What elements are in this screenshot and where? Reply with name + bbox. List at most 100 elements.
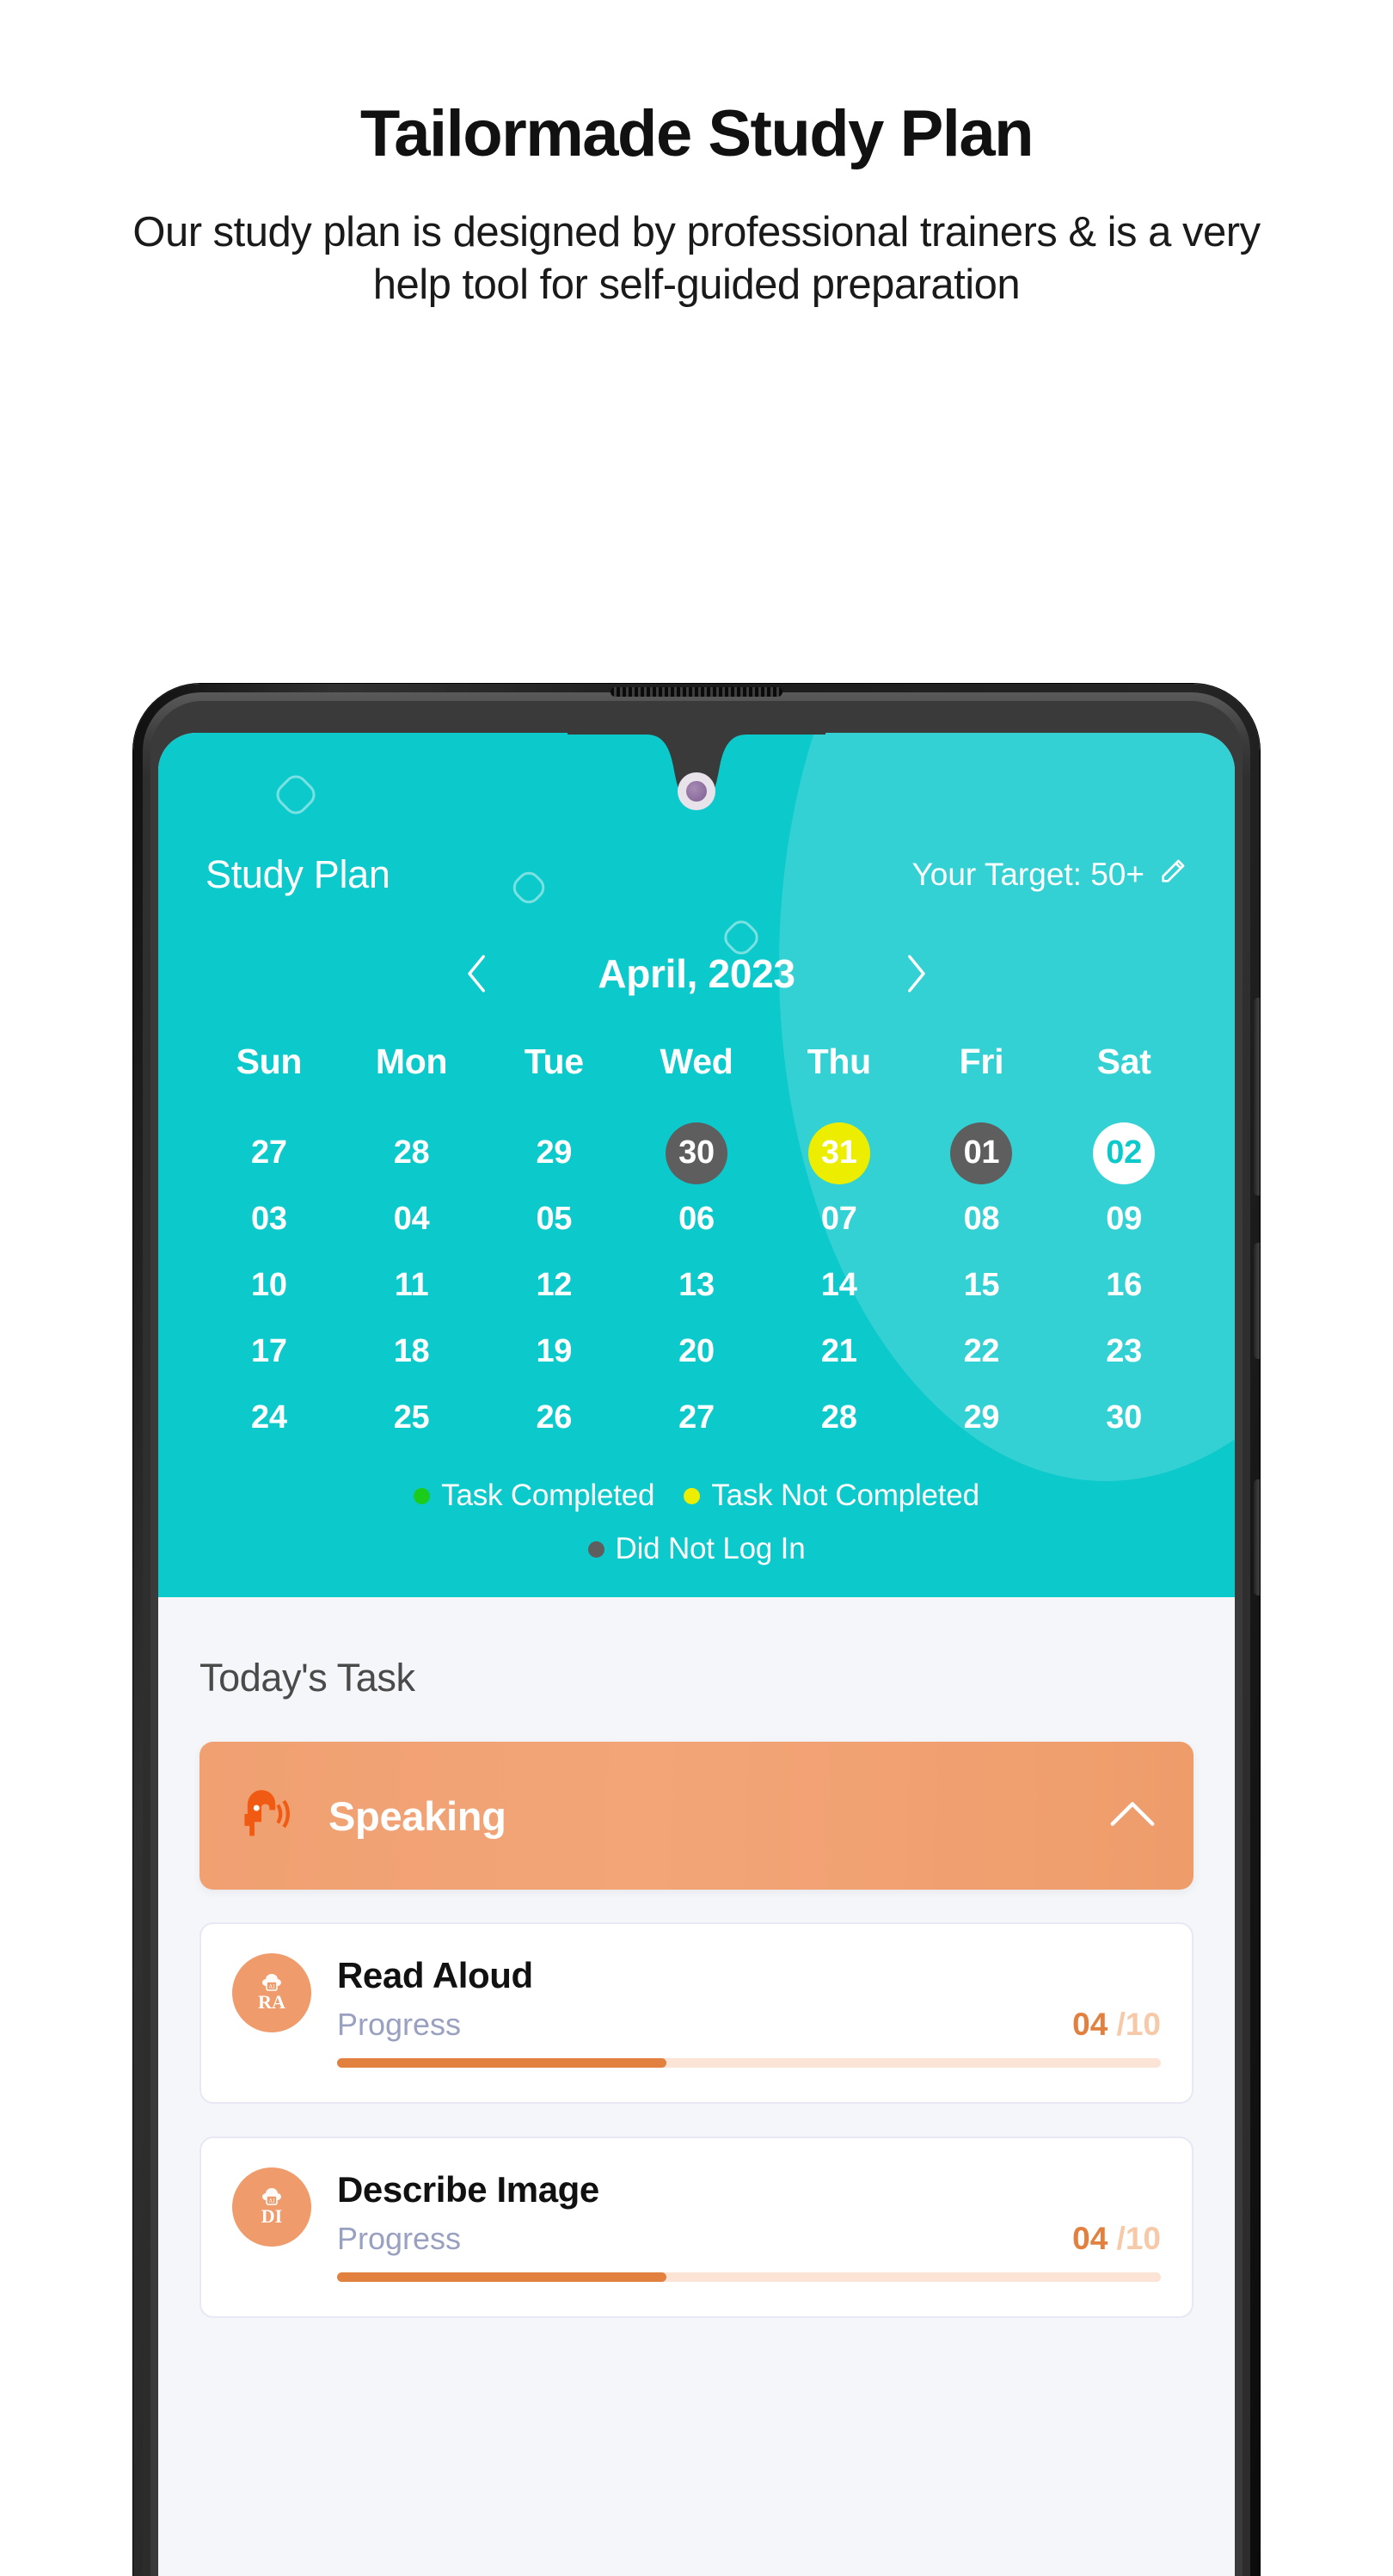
app-title: Study Plan xyxy=(206,852,390,896)
legend-label: Task Completed xyxy=(441,1479,655,1512)
legend-dot-icon xyxy=(414,1487,431,1504)
legend-item: Did Not Log In xyxy=(587,1532,806,1566)
progress-bar xyxy=(337,2058,1161,2068)
calendar-day-05[interactable]: 05 xyxy=(482,1186,625,1252)
calendar-day-label: 15 xyxy=(963,1267,1000,1303)
legend-item: Task Completed xyxy=(414,1479,654,1513)
todays-task-section: Today's Task Speaking AI RA Read Aloud P… xyxy=(158,1597,1235,2576)
calendar-day-07[interactable]: 07 xyxy=(768,1186,911,1252)
task-progress-row: Progress 04 /10 xyxy=(337,2221,1161,2257)
calendar-day-25[interactable]: 25 xyxy=(341,1385,483,1451)
calendar-day-13[interactable]: 13 xyxy=(625,1252,768,1319)
task-card[interactable]: AI DI Describe Image Progress 04 /10 xyxy=(199,2136,1194,2318)
calendar-day-label: 21 xyxy=(820,1333,857,1369)
phone-side-button[interactable] xyxy=(1254,1243,1260,1359)
svg-text:RA: RA xyxy=(258,1991,285,2013)
calendar-day-24[interactable]: 24 xyxy=(198,1385,341,1451)
calendar-day-label: 24 xyxy=(251,1399,287,1436)
calendar-day-16[interactable]: 16 xyxy=(1052,1252,1195,1319)
calendar-day-label: 16 xyxy=(1106,1267,1142,1303)
calendar-day-03[interactable]: 03 xyxy=(198,1186,341,1252)
speaking-head-icon xyxy=(236,1782,299,1850)
calendar-day-label: 17 xyxy=(251,1333,287,1369)
month-label: April, 2023 xyxy=(598,951,795,996)
task-avatar: AI RA xyxy=(232,1953,311,2032)
todays-task-heading: Today's Task xyxy=(199,1656,415,1700)
progress-label: Progress xyxy=(337,2007,462,2042)
calendar-day-02[interactable]: 02 xyxy=(1052,1120,1195,1186)
calendar-day-15[interactable]: 15 xyxy=(911,1252,1053,1319)
calendar-day-label: 20 xyxy=(678,1333,715,1369)
calendar-day-label: 07 xyxy=(820,1201,857,1237)
calendar-day-14[interactable]: 14 xyxy=(768,1252,911,1319)
chevron-right-icon[interactable] xyxy=(897,950,935,997)
calendar-day-26[interactable]: 26 xyxy=(482,1385,625,1451)
progress-bar xyxy=(337,2272,1161,2282)
calendar-day-11[interactable]: 11 xyxy=(341,1252,483,1319)
calendar-day-label: 19 xyxy=(536,1333,573,1369)
target-group[interactable]: Your Target: 50+ xyxy=(911,857,1187,894)
progress-current: 04 xyxy=(1072,2221,1108,2256)
task-name: Read Aloud xyxy=(337,1955,533,1995)
calendar-day-27[interactable]: 27 xyxy=(625,1385,768,1451)
pencil-icon[interactable] xyxy=(1158,857,1187,894)
calendar-day-label: 02 xyxy=(1093,1122,1156,1184)
calendar-day-label: 22 xyxy=(963,1333,1000,1369)
calendar-day-label: 09 xyxy=(1106,1201,1142,1237)
chevron-left-icon[interactable] xyxy=(458,950,496,997)
calendar-day-label: 05 xyxy=(536,1201,573,1237)
progress-count: 04 /10 xyxy=(1072,2221,1161,2257)
progress-label: Progress xyxy=(337,2221,462,2256)
calendar-day-29[interactable]: 29 xyxy=(911,1385,1053,1451)
calendar-day-label: 10 xyxy=(251,1267,287,1303)
progress-count: 04 /10 xyxy=(1072,2007,1161,2043)
calendar-day-label: 27 xyxy=(678,1399,715,1436)
phone-side-button[interactable] xyxy=(1254,1479,1260,1595)
calendar-day-28[interactable]: 28 xyxy=(341,1120,483,1186)
task-progress-row: Progress 04 /10 xyxy=(337,2007,1161,2043)
calendar-week-row: 17 18 19 20 21 22 23 xyxy=(198,1319,1195,1385)
calendar-day-28[interactable]: 28 xyxy=(768,1385,911,1451)
calendar-day-29[interactable]: 29 xyxy=(482,1120,625,1186)
calendar-day-20[interactable]: 20 xyxy=(625,1319,768,1385)
task-body: Describe Image Progress 04 /10 xyxy=(337,2167,1161,2282)
calendar-day-08[interactable]: 08 xyxy=(911,1186,1053,1252)
calendar-day-label: 27 xyxy=(251,1134,287,1171)
calendar-day-label: 03 xyxy=(251,1201,287,1237)
chevron-up-icon[interactable] xyxy=(1108,1797,1157,1835)
phone-side-button[interactable] xyxy=(1254,998,1260,1196)
calendar-day-09[interactable]: 09 xyxy=(1052,1186,1195,1252)
calendar-day-23[interactable]: 23 xyxy=(1052,1319,1195,1385)
calendar-day-label: 26 xyxy=(536,1399,573,1436)
task-name: Describe Image xyxy=(337,2169,599,2210)
calendar-day-10[interactable]: 10 xyxy=(198,1252,341,1319)
calendar-day-04[interactable]: 04 xyxy=(341,1186,483,1252)
calendar-day-17[interactable]: 17 xyxy=(198,1319,341,1385)
svg-text:DI: DI xyxy=(261,2205,282,2227)
earpiece-speaker-icon xyxy=(611,687,782,697)
calendar-day-12[interactable]: 12 xyxy=(482,1252,625,1319)
calendar-day-label: 01 xyxy=(950,1122,1013,1184)
legend-row: Task Completed Task Not Completed xyxy=(158,1479,1235,1513)
calendar-day-27[interactable]: 27 xyxy=(198,1120,341,1186)
weekday-label: Thu xyxy=(807,1042,872,1081)
task-avatar: AI DI xyxy=(232,2167,311,2247)
calendar-day-22[interactable]: 22 xyxy=(911,1319,1053,1385)
calendar-day-01[interactable]: 01 xyxy=(911,1120,1053,1186)
calendar-day-21[interactable]: 21 xyxy=(768,1319,911,1385)
progress-total: /10 xyxy=(1108,2007,1161,2042)
task-card[interactable]: AI RA Read Aloud Progress 04 /10 xyxy=(199,1922,1194,2104)
calendar-day-label: 18 xyxy=(393,1333,430,1369)
calendar-day-31[interactable]: 31 xyxy=(768,1120,911,1186)
speaking-section-header[interactable]: Speaking xyxy=(199,1742,1194,1890)
calendar-day-label: 13 xyxy=(678,1267,715,1303)
calendar-day-19[interactable]: 19 xyxy=(482,1319,625,1385)
progress-total: /10 xyxy=(1108,2221,1161,2256)
calendar-day-06[interactable]: 06 xyxy=(625,1186,768,1252)
page-hero: Tailormade Study Plan Our study plan is … xyxy=(0,0,1393,311)
calendar-day-label: 04 xyxy=(393,1201,430,1237)
calendar-day-30[interactable]: 30 xyxy=(1052,1385,1195,1451)
calendar-day-30[interactable]: 30 xyxy=(625,1120,768,1186)
calendar-day-label: 30 xyxy=(665,1122,727,1184)
calendar-day-18[interactable]: 18 xyxy=(341,1319,483,1385)
